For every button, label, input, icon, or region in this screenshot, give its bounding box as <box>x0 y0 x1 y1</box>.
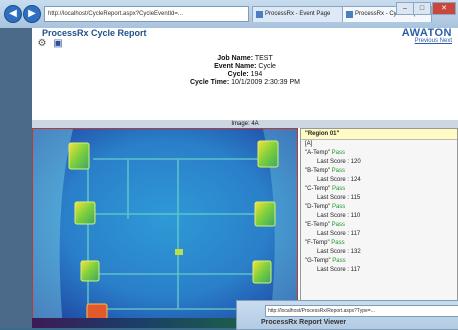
page-icon <box>256 11 263 18</box>
list-item-score: Last Score : 117 <box>317 267 361 273</box>
minimize-button[interactable]: – <box>396 2 414 15</box>
list-item: "F-Temp" Pass <box>305 240 345 246</box>
result-list: "A-Temp" Pass Last Score : 120 "B-Temp" … <box>301 149 457 275</box>
color-scale-bar <box>32 318 236 328</box>
image-label-bar: Image: 4A <box>32 120 458 128</box>
list-item: "E-Temp" Pass <box>305 222 345 228</box>
forward-icon: ▶ <box>28 8 36 19</box>
close-button[interactable]: ✕ <box>432 2 456 15</box>
browser-chrome: ◀ ▶ http://localhost/CycleReport.aspx?Cy… <box>0 0 458 29</box>
zoom-icon[interactable]: ⚙ <box>36 38 48 50</box>
thermal-image[interactable] <box>32 128 298 328</box>
list-item-score: Last Score : 110 <box>317 213 361 219</box>
list-item-score: Last Score : 132 <box>317 249 361 255</box>
forward-button[interactable]: ▶ <box>23 5 41 23</box>
popup-title: ProcessRx Report Viewer <box>261 319 347 326</box>
event-label: Event Name: <box>214 63 257 70</box>
back-icon: ◀ <box>9 8 17 19</box>
page-icon <box>346 11 353 18</box>
tab-label: ProcessRx - Event Page <box>265 11 331 17</box>
cycle-time-label: Cycle Time: <box>189 79 230 86</box>
popup-address-bar[interactable]: http://localhost/ProcessRx/Report.aspx?T… <box>265 305 458 317</box>
tab-event-page[interactable]: ProcessRx - Event Page <box>252 6 352 22</box>
job-label: Job Name: <box>217 55 254 62</box>
address-bar[interactable]: http://localhost/CycleReport.aspx?CycleE… <box>44 6 249 22</box>
save-icon[interactable]: ▣ <box>52 38 64 50</box>
report-viewer-window[interactable]: http://localhost/ProcessRx/Report.aspx?T… <box>236 300 458 330</box>
list-item: "A-Temp" Pass <box>305 150 345 156</box>
list-item-score: Last Score : 115 <box>317 195 361 201</box>
region-header: "Region 01" <box>301 129 457 140</box>
event-value: Cycle <box>258 63 276 70</box>
list-item-score: Last Score : 120 <box>317 159 361 165</box>
list-item-score: Last Score : 117 <box>317 231 361 237</box>
desktop-background <box>0 28 32 328</box>
report-info: Job Name: TEST Event Name: Cycle Cycle: … <box>32 55 458 87</box>
region-results-panel: "Region 01" [A] "A-Temp" Pass Last Score… <box>300 128 458 328</box>
list-item-score: Last Score : 124 <box>317 177 361 183</box>
list-item: "C-Temp" Pass <box>305 186 346 192</box>
maximize-button[interactable]: □ <box>413 2 431 15</box>
thermal-image-graphic <box>33 129 297 327</box>
report-toolbar: ⚙ ▣ <box>32 36 458 52</box>
cycle-label: Cycle: <box>227 71 249 78</box>
cycle-time-value: 10/1/2009 2:30:39 PM <box>231 79 300 86</box>
browser-window: ◀ ▶ http://localhost/CycleReport.aspx?Cy… <box>0 0 458 330</box>
list-item: "G-Temp" Pass <box>305 258 346 264</box>
back-button[interactable]: ◀ <box>4 5 22 23</box>
section-label: [A] <box>305 141 313 147</box>
report-page: ProcessRx Cycle Report AWATON Previous N… <box>32 27 458 328</box>
job-value: TEST <box>254 55 273 62</box>
list-item: "B-Temp" Pass <box>305 168 345 174</box>
list-item: "D-Temp" Pass <box>305 204 346 210</box>
cycle-value: 194 <box>250 71 263 78</box>
